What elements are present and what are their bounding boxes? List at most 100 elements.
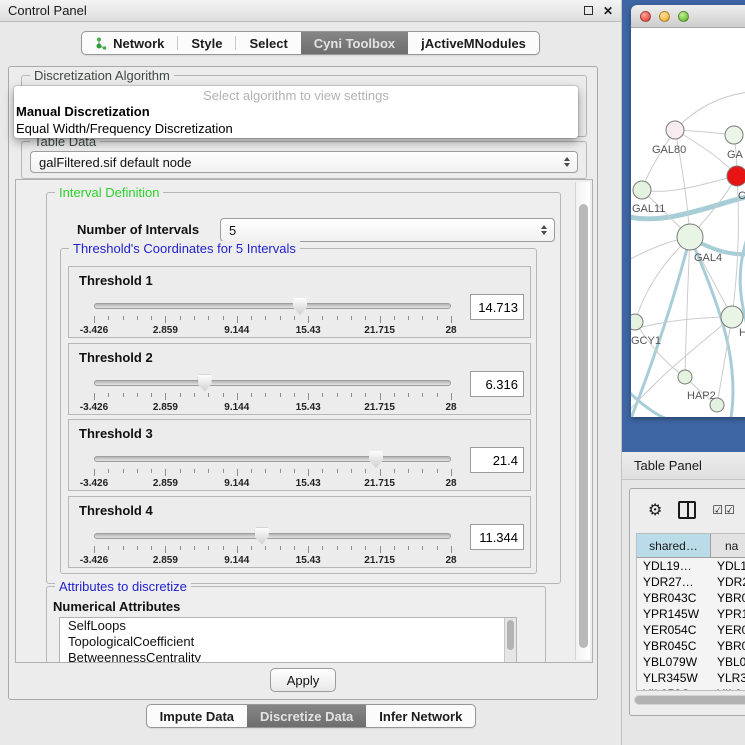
slider-tick	[123, 316, 124, 320]
network-node-gcy1[interactable]	[631, 314, 643, 330]
slider-tick	[365, 316, 366, 320]
network-node-gal80[interactable]	[666, 121, 684, 139]
slider-tick	[365, 393, 366, 397]
tab-select[interactable]: Select	[236, 32, 300, 54]
table-data-combobox[interactable]: galFiltered.sif default node	[30, 151, 578, 173]
threshold-value-field[interactable]: 14.713	[470, 294, 524, 320]
table-row[interactable]: YBR045CYBR0	[637, 638, 745, 654]
slider-tick	[180, 393, 181, 397]
close-icon[interactable]: ✕	[603, 5, 613, 17]
close-traffic-light-icon[interactable]	[640, 11, 651, 22]
threshold-slider[interactable]: -3.4262.8599.14415.4321.71528	[94, 303, 451, 337]
network-node-hap2[interactable]	[678, 370, 692, 384]
slider-tick	[265, 393, 266, 397]
slider-track[interactable]	[94, 303, 451, 309]
threshold-slider[interactable]: -3.4262.8599.14415.4321.71528	[94, 380, 451, 414]
tab-cyni-toolbox[interactable]: Cyni Toolbox	[301, 32, 408, 54]
slider-tick-label: 15.43	[296, 478, 321, 489]
threshold-value-field[interactable]: 21.4	[470, 447, 524, 473]
slider-tick	[451, 316, 452, 323]
network-node-h[interactable]	[721, 306, 743, 328]
attribute-list-item[interactable]: TopologicalCoefficient	[60, 634, 516, 650]
table-row[interactable]: YDR27…YDR2	[637, 574, 745, 590]
threshold-value-field[interactable]: 6.316	[470, 371, 524, 397]
split-columns-icon[interactable]	[678, 501, 696, 519]
slider-tick-label: 9.144	[224, 478, 249, 489]
network-node-ga[interactable]	[725, 126, 743, 144]
network-nodes[interactable]: GAL80GACGAL11GAL4GCY1HHAP2	[631, 121, 745, 412]
slider-tick	[265, 546, 266, 550]
attribute-list-item[interactable]: BetweennessCentrality	[60, 650, 516, 663]
algorithm-option-manual[interactable]: Manual Discretization	[14, 103, 578, 120]
bottom-tab-impute-data[interactable]: Impute Data	[147, 705, 247, 727]
slider-tick	[180, 316, 181, 320]
table-row[interactable]: YDL19…YDL1	[637, 558, 745, 574]
attribute-list-item[interactable]: SelfLoops	[60, 618, 516, 634]
slider-tick-label: -3.426	[80, 478, 108, 489]
name-cell: YIL0	[711, 686, 745, 691]
panel-vertical-scrollbar[interactable]	[575, 182, 590, 660]
slider-track[interactable]	[94, 380, 451, 386]
attributes-scrollbar[interactable]	[504, 618, 516, 663]
gear-icon[interactable]: ⚙	[648, 502, 662, 518]
node-label: H	[739, 327, 745, 339]
slider-tick	[394, 316, 395, 320]
number-of-intervals-label: Number of Intervals	[77, 222, 199, 237]
threshold-slider[interactable]: -3.4262.8599.14415.4321.71528	[94, 456, 451, 490]
name-cell: YBL0	[711, 654, 745, 670]
name-cell: YDR2	[711, 574, 745, 590]
table-toolbar: ⚙ ☑☑	[630, 489, 745, 523]
table-row[interactable]: YPR145WYPR1	[637, 606, 745, 622]
algorithm-option-equal-width[interactable]: Equal Width/Frequency Discretization	[14, 120, 578, 137]
column-header-name[interactable]: na	[711, 534, 745, 557]
slider-tick	[322, 316, 323, 320]
minimize-traffic-light-icon[interactable]	[659, 11, 670, 22]
shared-name-cell: YBR045C	[637, 638, 711, 654]
table-horizontal-scrollbar[interactable]	[634, 695, 745, 705]
table-row[interactable]: YBR043CYBR0	[637, 590, 745, 606]
slider-tick	[151, 316, 152, 320]
table-row[interactable]: YLR345WYLR3	[637, 670, 745, 686]
slider-tick-label: 21.715	[364, 402, 395, 413]
interval-definition-group: Interval Definition Number of Intervals …	[46, 192, 561, 584]
slider-track[interactable]	[94, 533, 451, 539]
zoom-traffic-light-icon[interactable]	[678, 11, 689, 22]
threshold-value-field[interactable]: 11.344	[470, 524, 524, 550]
number-of-intervals-value: 5	[229, 223, 236, 238]
float-window-icon[interactable]	[584, 6, 593, 15]
bottom-tab-infer-network[interactable]: Infer Network	[366, 705, 475, 727]
slider-thumb[interactable]	[255, 528, 269, 545]
network-node-c[interactable]	[727, 166, 745, 186]
top-tab-group: NetworkStyleSelectCyni ToolboxjActiveMNo…	[81, 31, 540, 55]
network-canvas[interactable]: GAL80GACGAL11GAL4GCY1HHAP2	[631, 28, 745, 417]
network-node-gal4[interactable]	[677, 224, 703, 250]
slider-thumb[interactable]	[369, 451, 383, 468]
tab-jactivemnodules[interactable]: jActiveMNodules	[408, 32, 539, 54]
slider-tick	[223, 316, 224, 320]
network-icon	[95, 37, 108, 50]
checkbox-columns-icon[interactable]: ☑☑	[712, 503, 736, 517]
slider-tick	[194, 393, 195, 397]
slider-thumb[interactable]	[198, 375, 212, 392]
table-row[interactable]: YIL053CYIL0	[637, 686, 745, 691]
tab-style[interactable]: Style	[178, 32, 235, 54]
slider-tick	[394, 469, 395, 473]
threshold-slider[interactable]: -3.4262.8599.14415.4321.71528	[94, 533, 451, 567]
apply-button[interactable]: Apply	[270, 668, 336, 692]
number-of-intervals-combobox[interactable]: 5	[220, 218, 555, 242]
slider-tick	[308, 393, 309, 400]
network-window-titlebar[interactable]	[631, 5, 745, 28]
table-row[interactable]: YER054CYER0	[637, 622, 745, 638]
tab-network[interactable]: Network	[82, 32, 177, 54]
slider-tick	[94, 546, 95, 553]
network-node[interactable]	[710, 398, 724, 412]
slider-tick	[108, 316, 109, 320]
network-node-gal11[interactable]	[633, 181, 651, 199]
slider-tick	[380, 316, 381, 323]
bottom-tab-discretize-data[interactable]: Discretize Data	[247, 705, 366, 727]
slider-thumb[interactable]	[293, 298, 307, 315]
slider-track[interactable]	[94, 456, 451, 462]
slider-tick-label: 2.859	[153, 325, 178, 336]
column-header-shared-name[interactable]: shared…	[637, 534, 711, 557]
table-row[interactable]: YBL079WYBL0	[637, 654, 745, 670]
